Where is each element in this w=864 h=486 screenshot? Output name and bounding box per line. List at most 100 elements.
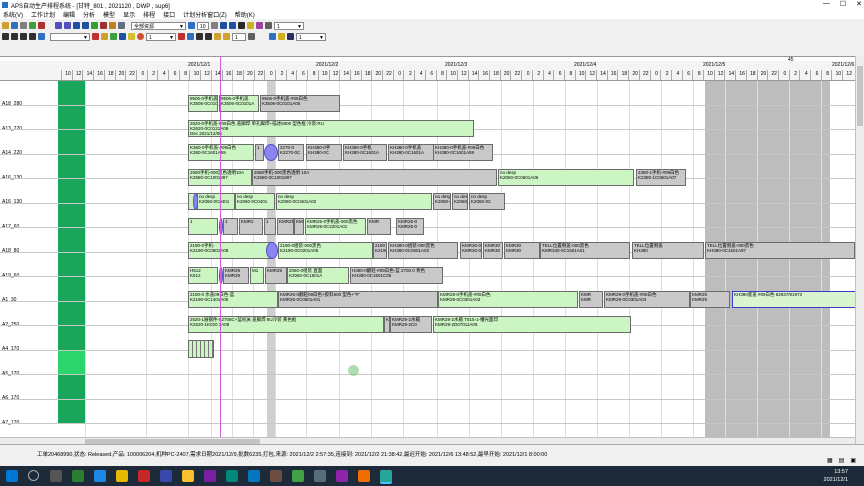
menu-item-5[interactable]: 显示 <box>123 10 135 19</box>
task-bar[interactable]: 2190 K2190 <box>373 242 387 259</box>
visual-studio-icon[interactable] <box>204 470 216 482</box>
palette-icon[interactable] <box>256 22 263 29</box>
chart-icon[interactable] <box>269 33 276 40</box>
menu-item-0[interactable]: 系统(V) <box>3 10 23 19</box>
view-page-icon[interactable]: ▣ <box>850 457 856 464</box>
task-bar[interactable] <box>188 340 214 358</box>
menu-item-7[interactable]: 接口 <box>163 10 175 19</box>
close-button[interactable]: ✕ <box>856 0 862 8</box>
star-icon[interactable] <box>247 22 254 29</box>
task-bar[interactable]: KMR30 KMR30 <box>483 242 503 259</box>
task-bar[interactable]: KMR KMR <box>579 291 603 308</box>
spin-box-5[interactable]: 1 ▼ <box>296 32 326 41</box>
task-bar[interactable]: 2680手机-000黑色透明 10A K2680-0C1001897 <box>252 168 497 186</box>
task-bar[interactable]: 1 <box>188 217 218 235</box>
task-bar[interactable]: KMR25-0手机盖-000黑色 KMR25-0C2201A01 <box>305 217 366 235</box>
task-bar[interactable]: 9506-0手机盖-#09白色 K3506-0C0101A05 <box>260 95 340 112</box>
minimize-button[interactable]: — <box>823 0 830 8</box>
first-icon[interactable] <box>2 33 9 40</box>
next-icon[interactable] <box>20 33 27 40</box>
circle-icon[interactable] <box>137 33 144 40</box>
open-icon[interactable] <box>2 22 9 29</box>
task-bar[interactable]: KMR29-2水箱 T815-1-槽光面印 KMR29-2D07011A05 <box>433 315 631 333</box>
task-bar[interactable]: KH380-0手机盖 KH380-0C1601A <box>388 144 434 161</box>
task-bar[interactable] <box>266 242 278 259</box>
resource-group-select[interactable]: 全部资源 ▼ <box>131 21 186 30</box>
arrow-down-icon[interactable] <box>82 22 89 29</box>
menu-item-9[interactable]: 帮助(K) <box>235 10 255 19</box>
task-bar[interactable] <box>264 144 278 161</box>
task-bar[interactable]: KH380-0手 KH380-0C <box>306 144 342 161</box>
scroll-icon[interactable] <box>265 22 272 29</box>
task-bar[interactable]: KMR29 KMR29 <box>690 291 730 308</box>
task-bar[interactable]: H380-0翻轻-#09白色-蓝 2700.0 青色 KH380-0C1601C… <box>350 266 443 284</box>
app-icon-red[interactable] <box>138 470 150 482</box>
spin-box-3[interactable]: 1 ▼ <box>146 32 176 41</box>
task-bar[interactable]: no desp K2060-0C0601A06 <box>498 168 634 186</box>
task-bar[interactable]: KMR25 <box>277 217 294 235</box>
print-icon[interactable] <box>20 22 27 29</box>
zoom-out-icon[interactable] <box>64 22 71 29</box>
task-bar[interactable]: 2620-1展钢件-52708C+蓝机关 盖脚焊 8U冷装 黄色框 K2620-… <box>188 315 384 333</box>
move-up-icon[interactable] <box>220 22 227 29</box>
task-bar[interactable]: 1 <box>255 144 264 161</box>
grid-icon[interactable] <box>118 22 125 29</box>
check-icon[interactable] <box>91 22 98 29</box>
aps-app-icon[interactable] <box>380 470 392 484</box>
unlink-icon[interactable] <box>119 33 126 40</box>
step-icon[interactable] <box>211 22 218 29</box>
task-bar[interactable]: KH380-0手机 KH380-0C1601A <box>343 144 387 161</box>
save-icon[interactable] <box>11 22 18 29</box>
task-bar[interactable]: 9506-0手机盖 K3506-0C0101A <box>219 95 259 112</box>
browser-icon[interactable] <box>72 470 84 482</box>
task-bar[interactable]: TELL位置侧盖-000黑色 KH380-0C1501A97 <box>705 242 855 259</box>
refresh-icon[interactable] <box>29 22 36 29</box>
arrow-up-icon[interactable] <box>73 22 80 29</box>
task-bar[interactable]: no desp K2060-0C <box>433 193 451 210</box>
zoom-in-icon[interactable] <box>55 22 62 29</box>
last-icon[interactable] <box>29 33 36 40</box>
undo-icon[interactable] <box>214 33 221 40</box>
maximize-button[interactable]: ☐ <box>840 0 846 8</box>
task-bar[interactable]: TELL位置侧盖-000黑色 KMR330-0C1501A01 <box>540 242 630 259</box>
task-bar[interactable]: KMR29-0手机盖-#09白色 KMR29-0C0301A03 <box>604 291 690 308</box>
merge-icon[interactable] <box>187 33 194 40</box>
task-bar[interactable]: 9506-0手机盖-RI K3506-0C0101A <box>188 95 218 112</box>
task-bar[interactable]: 2060-0组装 直面 K2060-0C1501A <box>287 266 349 284</box>
task-bar[interactable]: KMR29-2水箱 KMR29-2C0 <box>390 315 432 333</box>
color-box-icon[interactable] <box>238 22 245 29</box>
search-icon[interactable] <box>28 470 39 481</box>
task-bar[interactable]: no desp K2060-0C <box>452 193 468 210</box>
app-icon-brown[interactable] <box>270 470 282 482</box>
delete-icon[interactable] <box>38 22 45 29</box>
task-bar[interactable]: KMR25-0 KMR25-0 <box>396 217 424 235</box>
app-icon-yellow[interactable] <box>182 470 194 482</box>
task-bar[interactable]: KMR30 KMR30 <box>504 242 540 259</box>
view-layout-icon[interactable]: ▤ <box>839 457 845 464</box>
windows-start-icon[interactable] <box>6 470 18 482</box>
expand-icon[interactable] <box>248 33 255 40</box>
lock-icon[interactable] <box>128 33 135 40</box>
task-bar[interactable]: 1 <box>264 217 276 235</box>
task-bar[interactable]: 2380-1手机-#09白色 K2380-1C0601A07 <box>636 168 686 186</box>
menu-item-8[interactable]: 计划分析窗口(Z) <box>183 10 227 19</box>
app-icon-sky[interactable] <box>248 470 260 482</box>
task-bar[interactable]: 2190-0 水盖09白色-蓝 K2190-0C1401A05 <box>188 291 278 308</box>
task-bar[interactable]: KMR2 <box>239 217 263 235</box>
bracket-icon[interactable] <box>196 33 203 40</box>
task-bar[interactable]: H512 K512 <box>188 266 218 284</box>
task-bar[interactable]: KMR <box>367 217 391 235</box>
file-explorer-icon[interactable] <box>116 470 128 482</box>
arrows-icon[interactable] <box>205 33 212 40</box>
task-bar[interactable]: no desp K2060-0C <box>469 193 505 210</box>
redo-icon[interactable] <box>223 33 230 40</box>
task-bar[interactable]: KMR30-0 KMR30-0C <box>460 242 482 259</box>
paste-icon[interactable] <box>101 33 108 40</box>
edge-icon[interactable] <box>94 470 106 482</box>
filter-icon[interactable] <box>109 22 116 29</box>
task-bar[interactable]: no desp K2060-0C0401A02 <box>276 193 432 210</box>
task-bar[interactable]: no desp K2060-0C0401 <box>235 193 275 210</box>
task-bar[interactable]: KH390底盖 #09白色 52937/91973 <box>732 291 855 308</box>
menu-item-4[interactable]: 模型 <box>103 10 115 19</box>
menu-item-6[interactable]: 排程 <box>143 10 155 19</box>
